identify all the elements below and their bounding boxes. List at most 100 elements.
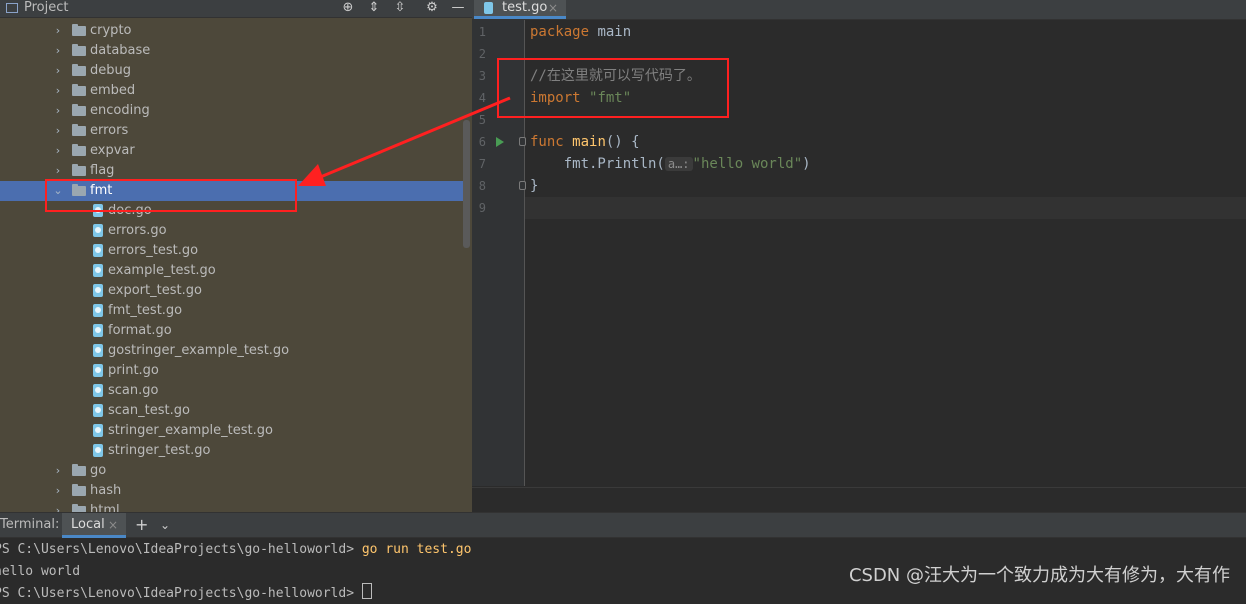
new-terminal-button[interactable]: +	[135, 515, 148, 535]
tree-file[interactable]: example_test.go	[0, 261, 464, 281]
line-number: 1	[478, 25, 486, 39]
chevron-right-icon[interactable]: ›	[53, 124, 63, 138]
tree-folder[interactable]: › database	[0, 41, 464, 61]
go-file-icon	[93, 204, 103, 217]
editor-panel: test.go × 1 2 3 4 5 6 7 8 9 package main //在这里就可…	[472, 0, 1246, 513]
chevron-right-icon[interactable]: ›	[53, 84, 63, 98]
go-file-icon	[93, 344, 103, 357]
chevron-down-icon[interactable]: ⌄	[160, 515, 170, 535]
current-line-highlight	[525, 197, 1246, 219]
line-number: 3	[478, 69, 486, 83]
close-icon[interactable]: ×	[548, 0, 558, 16]
gear-icon[interactable]: ⚙	[424, 0, 440, 16]
watermark: CSDN @汪大为一个致力成为大有修为，大有作	[848, 565, 1230, 586]
folder-icon	[72, 44, 86, 56]
tree-item-label: stringer_example_test.go	[108, 423, 273, 438]
project-scrollbar[interactable]	[463, 120, 470, 248]
tree-file[interactable]: print.go	[0, 361, 464, 381]
tree-folder[interactable]: › flag	[0, 161, 464, 181]
fold-icon[interactable]	[519, 137, 526, 146]
minimize-icon[interactable]: —	[450, 0, 466, 16]
tree-file[interactable]: fmt_test.go	[0, 301, 464, 321]
chevron-right-icon[interactable]: ›	[53, 24, 63, 38]
tab-test-go[interactable]: test.go ×	[474, 0, 566, 19]
tree-folder[interactable]: › embed	[0, 81, 464, 101]
line-number: 2	[478, 47, 486, 61]
collapse-all-icon[interactable]: ⇳	[392, 0, 408, 16]
line-number: 4	[478, 91, 486, 105]
tree-file[interactable]: errors.go	[0, 221, 464, 241]
terminal-tab-bar: Terminal: Local × + ⌄	[0, 512, 1246, 538]
chevron-right-icon[interactable]: ›	[53, 484, 63, 498]
run-icon[interactable]	[496, 137, 504, 147]
editor-bottom-area	[472, 487, 1246, 513]
tree-item-label: gostringer_example_test.go	[108, 343, 290, 358]
code-line-3[interactable]: //在这里就可以写代码了。	[530, 65, 701, 87]
tree-item-label: export_test.go	[108, 283, 202, 298]
crosshair-icon[interactable]: ⊕	[340, 0, 356, 16]
tree-file[interactable]: doc.go	[0, 201, 464, 221]
fold-icon[interactable]	[519, 181, 526, 190]
folder-icon	[72, 124, 86, 136]
tree-folder[interactable]: › expvar	[0, 141, 464, 161]
tree-folder[interactable]: › debug	[0, 61, 464, 81]
tree-file[interactable]: stringer_test.go	[0, 441, 464, 461]
tree-item-label: flag	[90, 163, 115, 178]
code-line-7[interactable]: fmt.Println(a…: "hello world")	[530, 153, 811, 175]
code-line-8[interactable]: }	[530, 175, 538, 197]
close-icon[interactable]: ×	[108, 517, 118, 533]
chevron-down-icon[interactable]: ⌄	[53, 184, 63, 198]
tree-item-label: errors_test.go	[108, 243, 199, 258]
terminal-line-2: hello world	[0, 564, 81, 579]
terminal-tab-local[interactable]: Local ×	[62, 513, 126, 538]
tree-item-label: doc.go	[108, 203, 152, 218]
tree-file[interactable]: errors_test.go	[0, 241, 464, 261]
tree-item-label: database	[90, 43, 151, 58]
tree-item-label: fmt_test.go	[108, 303, 183, 318]
code-line-6[interactable]: func main() {	[530, 131, 640, 153]
go-file-icon	[93, 324, 103, 337]
editor-gutter: 1 2 3 4 5 6 7 8 9	[472, 20, 526, 486]
expand-all-icon[interactable]: ⇕	[366, 0, 382, 16]
chevron-right-icon[interactable]: ›	[53, 64, 63, 78]
code-line-4[interactable]: import "fmt"	[530, 87, 631, 109]
chevron-right-icon[interactable]: ›	[53, 104, 63, 118]
tree-folder[interactable]: › crypto	[0, 21, 464, 41]
project-panel-header: Project ⊕ ⇕ ⇳ ⚙ —	[0, 0, 472, 18]
tree-folder[interactable]: › hash	[0, 481, 464, 501]
tree-folder[interactable]: › go	[0, 461, 464, 481]
chevron-right-icon[interactable]: ›	[53, 464, 63, 478]
go-file-icon	[93, 264, 103, 277]
terminal-line-1[interactable]: PS C:\Users\Lenovo\IdeaProjects\go-hello…	[0, 540, 471, 560]
tree-file[interactable]: stringer_example_test.go	[0, 421, 464, 441]
project-panel: Project ⊕ ⇕ ⇳ ⚙ — › crypto › database › debug…	[0, 0, 472, 512]
tree-file[interactable]: scan_test.go	[0, 401, 464, 421]
go-file-icon	[93, 284, 103, 297]
tree-folder[interactable]: › html	[0, 501, 464, 512]
terminal-line-3[interactable]: PS C:\Users\Lenovo\IdeaProjects\go-hello…	[0, 583, 372, 604]
code-line-1[interactable]: package main	[530, 21, 631, 43]
chevron-right-icon[interactable]: ›	[53, 504, 63, 512]
tree-file[interactable]: gostringer_example_test.go	[0, 341, 464, 361]
go-file-icon	[484, 2, 493, 14]
project-window-icon	[6, 3, 18, 13]
tree-item-label: scan.go	[108, 383, 159, 398]
tree-folder[interactable]: ⌄ fmt	[0, 181, 464, 201]
tree-item-label: print.go	[108, 363, 159, 378]
folder-icon	[72, 464, 86, 476]
go-file-icon	[93, 384, 103, 397]
tree-file[interactable]: scan.go	[0, 381, 464, 401]
tree-folder[interactable]: › errors	[0, 121, 464, 141]
tree-file[interactable]: export_test.go	[0, 281, 464, 301]
tree-folder[interactable]: › encoding	[0, 101, 464, 121]
tree-item-label: errors	[90, 123, 129, 138]
line-number: 6	[478, 135, 486, 149]
chevron-right-icon[interactable]: ›	[53, 44, 63, 58]
tree-file[interactable]: format.go	[0, 321, 464, 341]
folder-icon	[72, 84, 86, 96]
tree-item-label: scan_test.go	[108, 403, 190, 418]
project-panel-title[interactable]: Project	[24, 0, 68, 16]
chevron-right-icon[interactable]: ›	[53, 144, 63, 158]
tree-item-label: crypto	[90, 23, 132, 38]
chevron-right-icon[interactable]: ›	[53, 164, 63, 178]
